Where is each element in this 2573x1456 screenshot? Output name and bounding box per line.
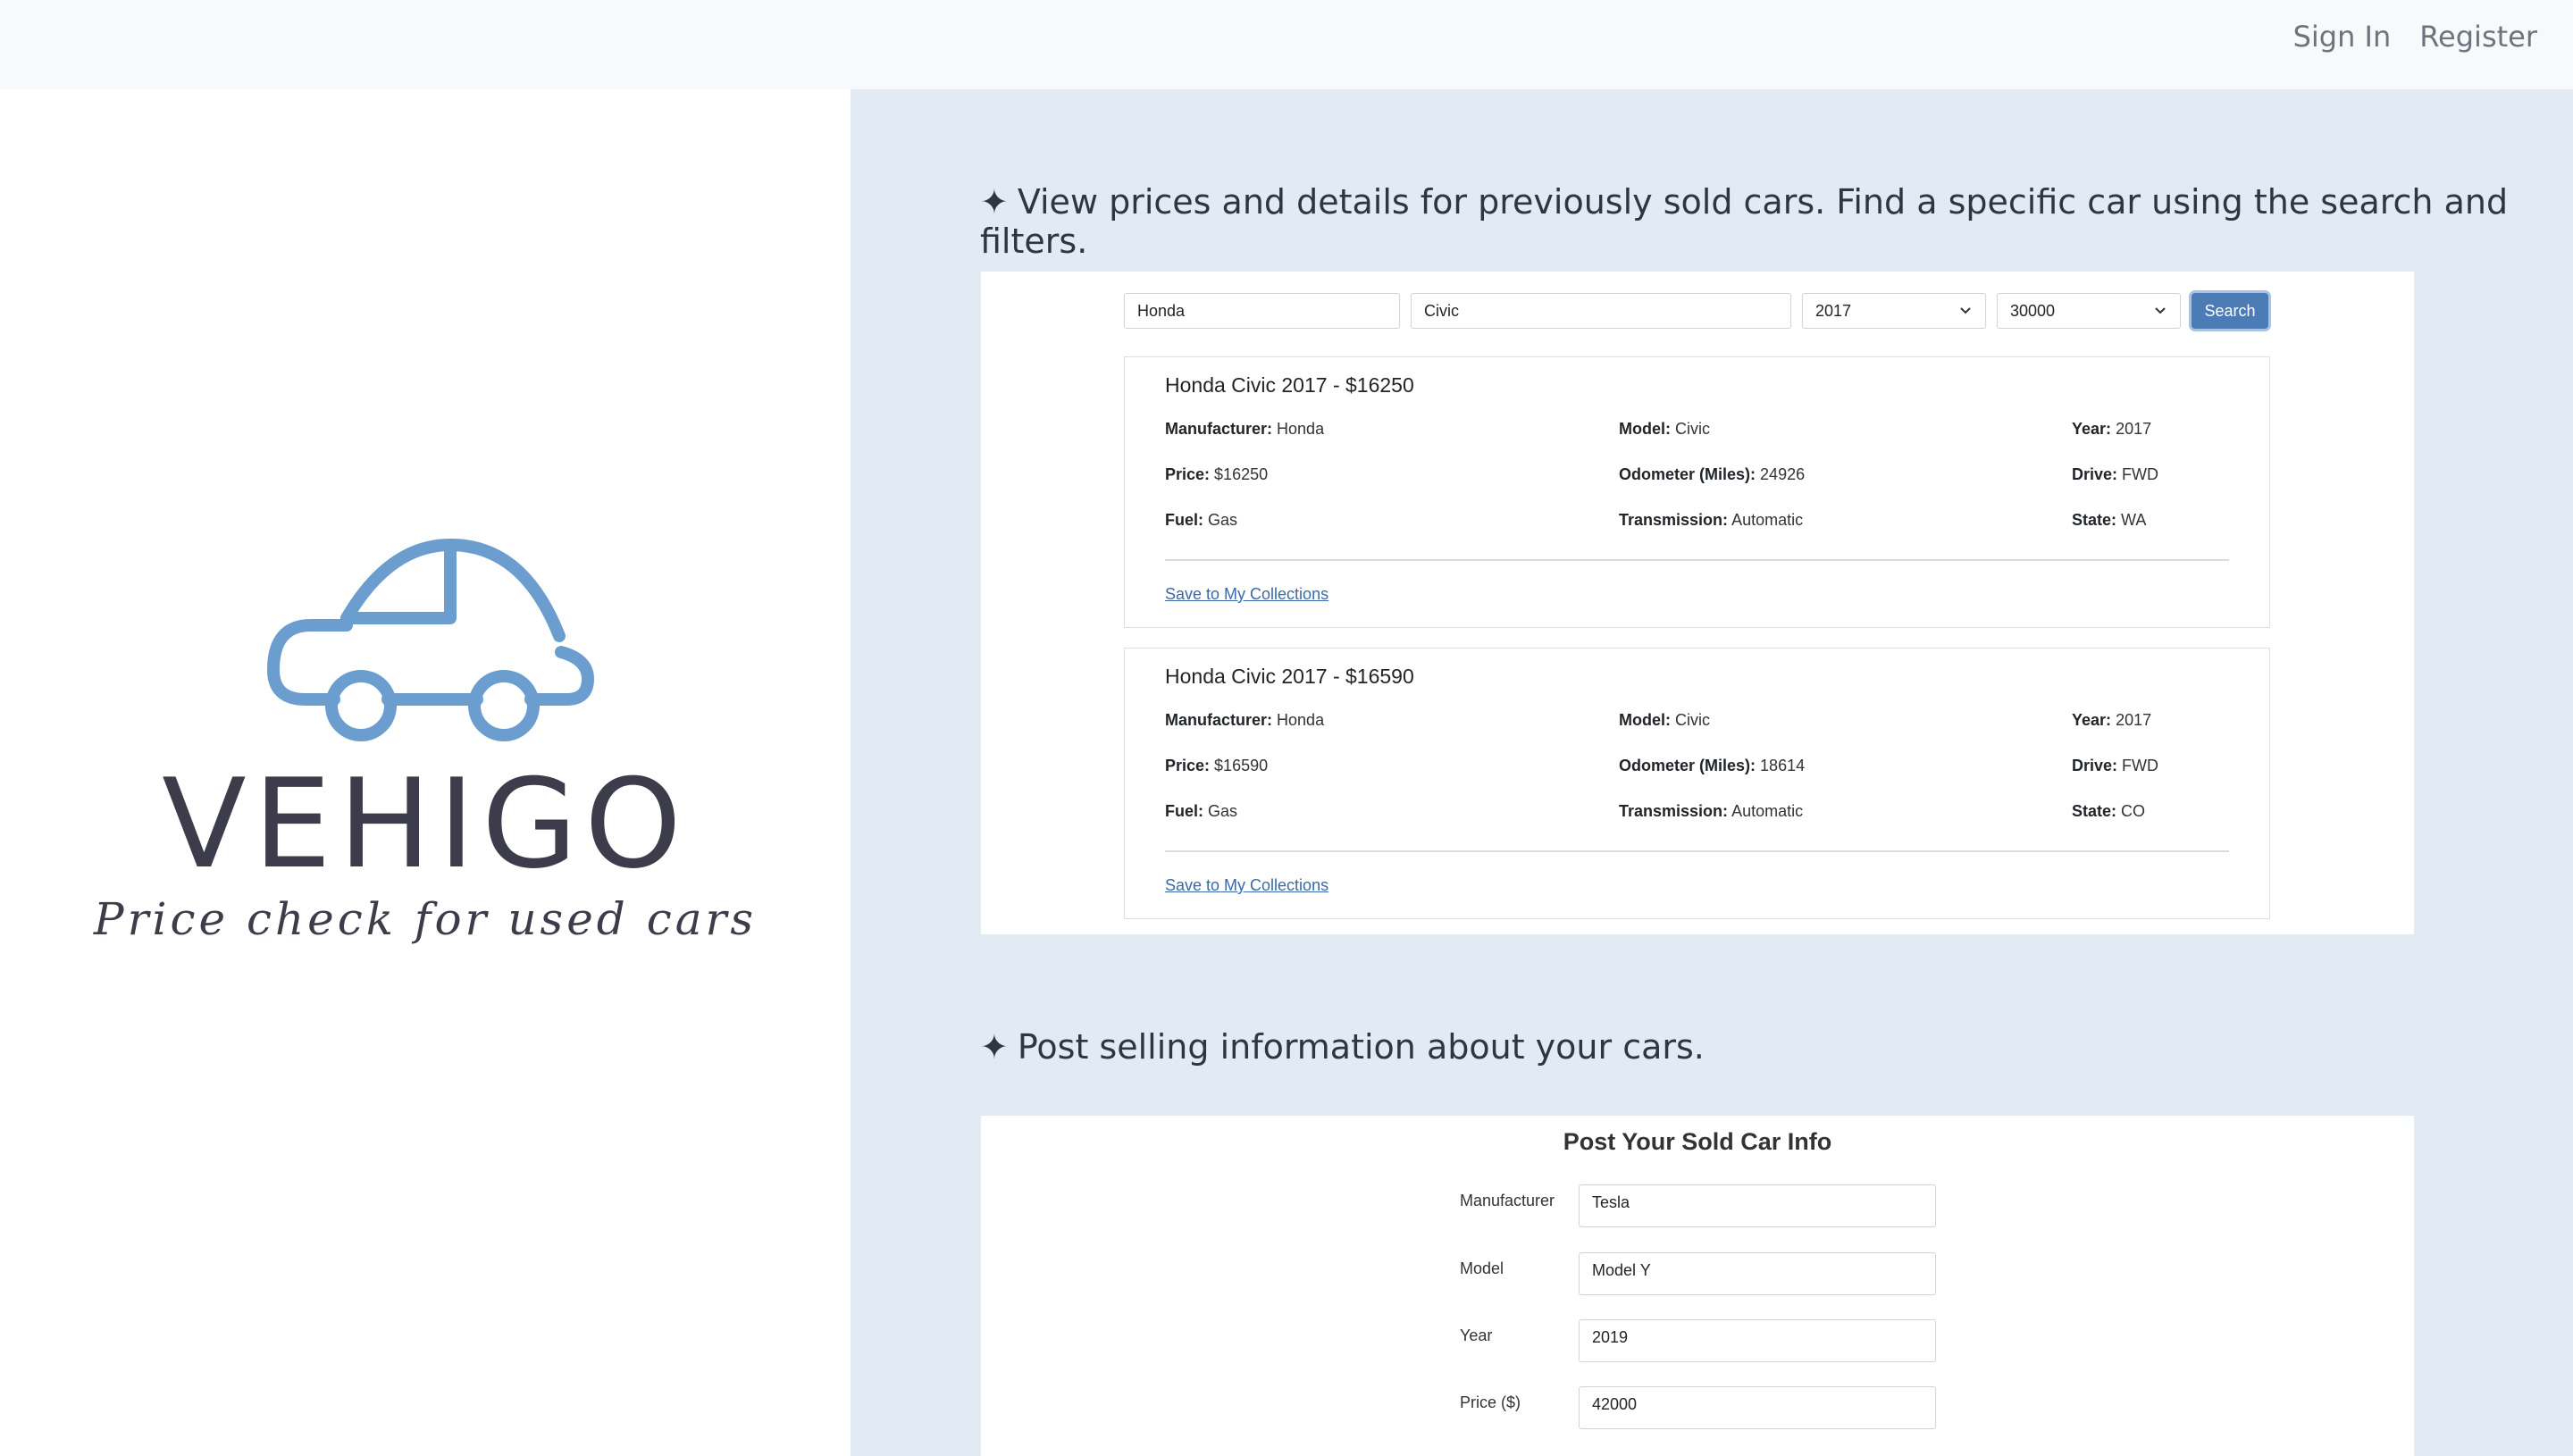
manufacturer-field[interactable]: Tesla bbox=[1579, 1184, 1936, 1227]
detail-model: Model: Civic bbox=[1619, 420, 1711, 438]
model-search-input[interactable]: Civic bbox=[1411, 293, 1791, 329]
post-form-title: Post Your Sold Car Info bbox=[1563, 1128, 1832, 1155]
year-label: Year bbox=[1460, 1326, 1493, 1344]
result-details: Manufacturer: Honda Model: Civic Year: 2… bbox=[1165, 420, 2237, 556]
result-details: Manufacturer: Honda Model: Civic Year: 2… bbox=[1165, 711, 2237, 848]
chevron-down-icon bbox=[2155, 307, 2166, 314]
detail-state: State: WA bbox=[2072, 511, 2147, 529]
model-label: Model bbox=[1460, 1259, 1504, 1277]
detail-odometer: Odometer (Miles): 24926 bbox=[1619, 465, 1806, 483]
sign-in-link[interactable]: Sign In bbox=[2293, 20, 2392, 54]
mileage-select[interactable]: 30000 bbox=[1997, 293, 2181, 329]
search-bar: Honda Civic 2017 30000 Search bbox=[1124, 293, 2268, 329]
detail-year: Year: 2017 bbox=[2072, 711, 2152, 729]
detail-price: Price: $16250 bbox=[1165, 465, 1269, 483]
detail-drive: Drive: FWD bbox=[2072, 465, 2159, 483]
detail-state: State: CO bbox=[2072, 802, 2146, 820]
register-link[interactable]: Register bbox=[2419, 20, 2537, 54]
view-section-text: View prices and details for previously s… bbox=[980, 182, 2509, 261]
brand-panel: VEHIGO Price check for used cars bbox=[0, 89, 851, 1456]
detail-fuel: Fuel: Gas bbox=[1165, 802, 1238, 820]
view-section-title: ✦ View prices and details for previously … bbox=[980, 182, 2573, 261]
mileage-select-value: 30000 bbox=[2010, 302, 2056, 320]
save-to-collections-link[interactable]: Save to My Collections bbox=[1165, 876, 1328, 895]
detail-transmission: Transmission: Automatic bbox=[1619, 802, 1804, 820]
brand-block: VEHIGO Price check for used cars bbox=[0, 536, 851, 945]
year-field[interactable]: 2019 bbox=[1579, 1319, 1936, 1362]
price-label: Price ($) bbox=[1460, 1393, 1521, 1411]
detail-year: Year: 2017 bbox=[2072, 420, 2152, 438]
search-button[interactable]: Search bbox=[2192, 293, 2268, 329]
post-section-text: Post selling information about your cars… bbox=[1017, 1027, 1705, 1067]
top-nav-links: Sign In Register bbox=[2293, 20, 2537, 54]
detail-manufacturer: Manufacturer: Honda bbox=[1165, 711, 1325, 729]
post-section-title: ✦ Post selling information about your car… bbox=[980, 1027, 1705, 1067]
sparkle-icon: ✦ bbox=[980, 1027, 1009, 1067]
manufacturer-search-input[interactable]: Honda bbox=[1124, 293, 1400, 329]
price-field[interactable]: 42000 bbox=[1579, 1386, 1936, 1429]
detail-price: Price: $16590 bbox=[1165, 757, 1269, 774]
year-select-value: 2017 bbox=[1815, 302, 1852, 320]
result-title: Honda Civic 2017 - $16250 bbox=[1165, 373, 1414, 397]
car-logo-icon bbox=[267, 539, 594, 741]
brand-name: VEHIGO bbox=[162, 752, 689, 896]
result-title: Honda Civic 2017 - $16590 bbox=[1165, 665, 1414, 688]
chevron-down-icon bbox=[1960, 307, 1971, 314]
detail-model: Model: Civic bbox=[1619, 711, 1711, 729]
brand-tagline: Price check for used cars bbox=[93, 893, 758, 945]
result-card: Honda Civic 2017 - $16590 Manufacturer: … bbox=[1124, 648, 2270, 919]
detail-transmission: Transmission: Automatic bbox=[1619, 511, 1804, 529]
detail-drive: Drive: FWD bbox=[2072, 757, 2159, 774]
detail-odometer: Odometer (Miles): 18614 bbox=[1619, 757, 1806, 774]
detail-manufacturer: Manufacturer: Honda bbox=[1165, 420, 1325, 438]
save-to-collections-link[interactable]: Save to My Collections bbox=[1165, 585, 1328, 604]
year-select[interactable]: 2017 bbox=[1802, 293, 1986, 329]
top-navbar: Sign In Register bbox=[0, 0, 2573, 89]
model-field[interactable]: Model Y bbox=[1579, 1252, 1936, 1295]
divider bbox=[1165, 850, 2229, 852]
manufacturer-label: Manufacturer bbox=[1460, 1192, 1555, 1209]
divider bbox=[1165, 559, 2229, 561]
sparkle-icon: ✦ bbox=[980, 182, 1009, 222]
detail-fuel: Fuel: Gas bbox=[1165, 511, 1238, 529]
result-card: Honda Civic 2017 - $16250 Manufacturer: … bbox=[1124, 356, 2270, 628]
